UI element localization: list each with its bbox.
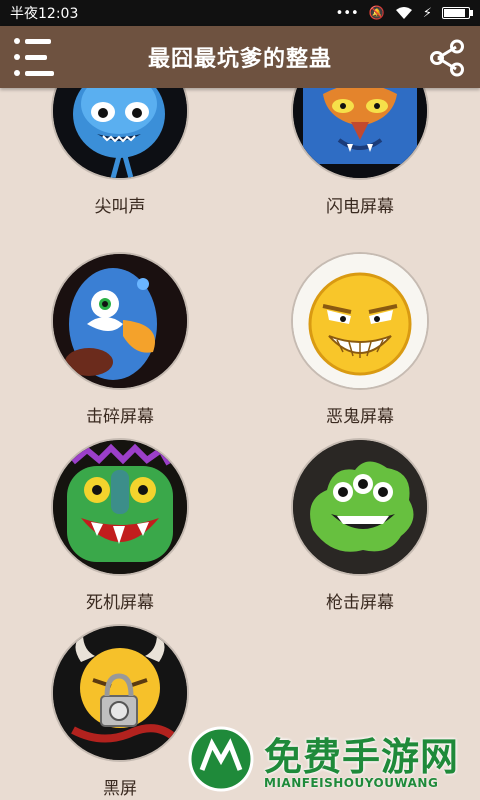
menu-button[interactable]: [14, 38, 54, 76]
blue-bird-monster-icon: [53, 254, 187, 388]
watermark-subtext: MIANFEISHOUYOUWANG: [264, 776, 439, 790]
status-bar: 半夜12:03 ••• 🔕 ⚡: [0, 0, 480, 26]
watermark: 免费手游网 MIANFEISHOUYOUWANG: [186, 722, 480, 800]
prank-item-label: 恶鬼屏幕: [326, 407, 394, 427]
green-fanged-monster-icon: [53, 440, 187, 574]
evil-grin-face-icon: [293, 254, 427, 388]
green-three-eyed-blob-icon: [293, 440, 427, 574]
charging-icon: ⚡: [422, 5, 432, 21]
battery-icon: [442, 7, 473, 19]
prank-item-label: 死机屏幕: [86, 593, 154, 613]
more-icon: •••: [335, 5, 359, 21]
mute-icon: 🔕: [368, 5, 385, 21]
horned-face-padlock-icon: [53, 626, 187, 760]
share-icon[interactable]: [428, 39, 466, 77]
screaming-blob-monster-icon: [53, 88, 187, 178]
prank-item-crash[interactable]: 死机屏幕: [20, 440, 220, 613]
battery-level: [444, 9, 466, 17]
prank-item-label: 枪击屏幕: [326, 593, 394, 613]
wifi-icon: [395, 7, 412, 19]
prank-item-scream[interactable]: 尖叫声: [20, 88, 220, 217]
prank-item-gunshot[interactable]: 枪击屏幕: [260, 440, 460, 613]
prank-item-evil-ghost[interactable]: 恶鬼屏幕: [260, 254, 460, 427]
status-icons: ••• 🔕 ⚡: [335, 5, 473, 21]
app-bar: 最囧最坑爹的整蛊: [0, 26, 480, 88]
prank-item-smash[interactable]: 击碎屏幕: [20, 254, 220, 427]
prank-item-label: 闪电屏幕: [326, 197, 394, 217]
menu-icon: [14, 38, 54, 44]
prank-item-label: 尖叫声: [94, 197, 146, 217]
prank-grid: 尖叫声 闪电屏幕 击碎屏幕 恶鬼屏幕 死机屏幕 枪击屏幕 黑屏: [0, 88, 480, 800]
prank-item-lightning[interactable]: 闪电屏幕: [260, 88, 460, 217]
blue-owl-monster-icon: [293, 88, 427, 178]
app-title: 最囧最坑爹的整蛊: [147, 47, 332, 72]
status-time: 半夜12:03: [10, 6, 79, 22]
watermark-text: 免费手游网: [264, 734, 460, 779]
site-logo-icon: [188, 726, 254, 792]
prank-item-label: 击碎屏幕: [86, 407, 154, 427]
